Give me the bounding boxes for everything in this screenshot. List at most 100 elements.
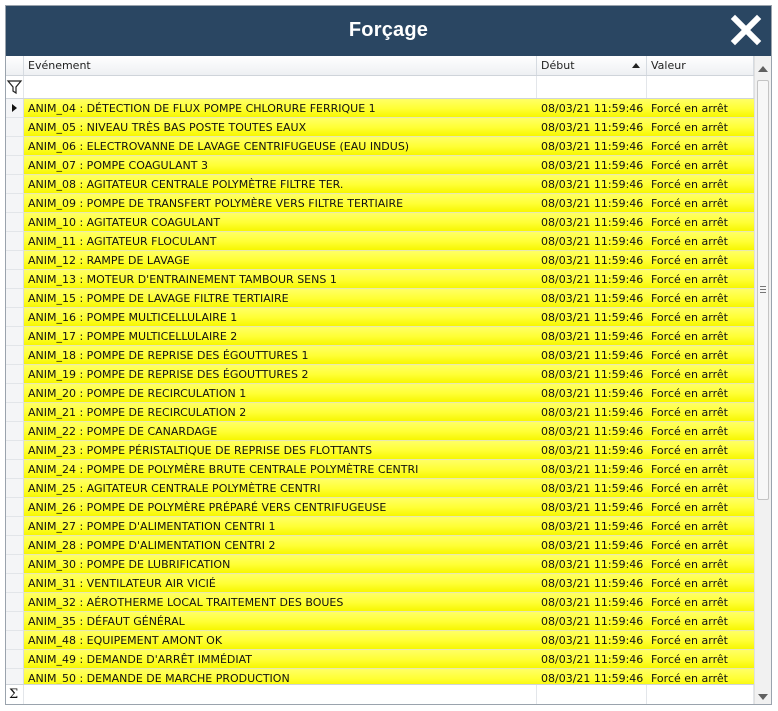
- table-row[interactable]: ANIM_31 : VENTILATEUR AIR VICIÉ 08/03/21 …: [6, 574, 754, 593]
- row-indicator[interactable]: [6, 422, 24, 441]
- table-row[interactable]: ANIM_23 : POMPE PÉRISTALTIQUE DE REPRISE…: [6, 441, 754, 460]
- table-row[interactable]: ANIM_19 : POMPE DE REPRISE DES ÉGOUTTURE…: [6, 365, 754, 384]
- row-indicator[interactable]: [6, 479, 24, 498]
- scrollbar-thumb[interactable]: [757, 80, 769, 500]
- value-cell: Forcé en arrêt: [651, 216, 728, 229]
- event-cell: ANIM_27 : POMPE D'ALIMENTATION CENTRI 1: [28, 520, 276, 533]
- row-indicator[interactable]: [6, 593, 24, 612]
- table-row[interactable]: ANIM_17 : POMPE MULTICELLULAIRE 2 08/03/2…: [6, 327, 754, 346]
- event-cell: ANIM_19 : POMPE DE REPRISE DES ÉGOUTTURE…: [28, 368, 309, 381]
- table-row[interactable]: ANIM_49 : DEMANDE D'ARRÊT IMMÉDIAT 08/03/…: [6, 650, 754, 669]
- value-cell: Forcé en arrêt: [651, 330, 728, 343]
- table-row[interactable]: ANIM_13 : MOTEUR D'ENTRAINEMENT TAMBOUR …: [6, 270, 754, 289]
- event-cell: ANIM_22 : POMPE DE CANARDAGE: [28, 425, 218, 438]
- row-cells: ANIM_35 : DÉFAUT GÉNÉRAL 08/03/21 11:59:4…: [24, 612, 754, 631]
- table-row[interactable]: ANIM_20 : POMPE DE RECIRCULATION 1 08/03/…: [6, 384, 754, 403]
- row-indicator[interactable]: [6, 498, 24, 517]
- row-indicator[interactable]: [6, 156, 24, 175]
- row-indicator[interactable]: [6, 612, 24, 631]
- table-row[interactable]: ANIM_21 : POMPE DE RECIRCULATION 2 08/03/…: [6, 403, 754, 422]
- row-indicator[interactable]: [6, 650, 24, 669]
- table-row[interactable]: ANIM_50 : DEMANDE DE MARCHE PRODUCTION 08…: [6, 669, 754, 684]
- table-row[interactable]: ANIM_30 : POMPE DE LUBRIFICATION 08/03/21…: [6, 555, 754, 574]
- row-cells: ANIM_28 : POMPE D'ALIMENTATION CENTRI 2 0…: [24, 536, 754, 555]
- event-cell: ANIM_18 : POMPE DE REPRISE DES ÉGOUTTURE…: [28, 349, 309, 362]
- table-row[interactable]: ANIM_12 : RAMPE DE LAVAGE 08/03/21 11:59:…: [6, 251, 754, 270]
- row-cells: ANIM_30 : POMPE DE LUBRIFICATION 08/03/21…: [24, 555, 754, 574]
- row-indicator[interactable]: [6, 118, 24, 137]
- scroll-down-arrow-icon[interactable]: [758, 694, 768, 700]
- column-header-value[interactable]: Valeur: [647, 56, 754, 75]
- table-row[interactable]: ANIM_08 : AGITATEUR CENTRALE POLYMÈTRE F…: [6, 175, 754, 194]
- table-row[interactable]: ANIM_24 : POMPE DE POLYMÈRE BRUTE CENTRA…: [6, 460, 754, 479]
- column-header-start[interactable]: Début: [537, 56, 647, 75]
- row-indicator[interactable]: [6, 99, 24, 118]
- start-cell: 08/03/21 11:59:46: [541, 425, 644, 438]
- row-indicator[interactable]: [6, 251, 24, 270]
- table-row[interactable]: ANIM_22 : POMPE DE CANARDAGE 08/03/21 11:…: [6, 422, 754, 441]
- row-indicator[interactable]: [6, 308, 24, 327]
- row-indicator[interactable]: [6, 365, 24, 384]
- table-row[interactable]: ANIM_06 : ELECTROVANNE DE LAVAGE CENTRIF…: [6, 137, 754, 156]
- row-indicator[interactable]: [6, 232, 24, 251]
- row-cells: ANIM_16 : POMPE MULTICELLULAIRE 1 08/03/2…: [24, 308, 754, 327]
- row-indicator[interactable]: [6, 327, 24, 346]
- indicator-column-header: [6, 56, 24, 75]
- row-indicator[interactable]: [6, 137, 24, 156]
- event-cell: ANIM_05 : NIVEAU TRÈS BAS POSTE TOUTES E…: [28, 121, 307, 134]
- row-indicator[interactable]: [6, 289, 24, 308]
- row-cells: ANIM_48 : EQUIPEMENT AMONT OK 08/03/21 11…: [24, 631, 754, 650]
- start-cell: 08/03/21 11:59:46: [541, 653, 644, 666]
- table-row[interactable]: ANIM_26 : POMPE DE POLYMÈRE PRÉPARÉ VERS…: [6, 498, 754, 517]
- value-cell: Forcé en arrêt: [651, 178, 728, 191]
- filter-start-input[interactable]: [537, 76, 647, 98]
- table-row[interactable]: ANIM_25 : AGITATEUR CENTRALE POLYMÈTRE C…: [6, 479, 754, 498]
- filter-value-input[interactable]: [647, 76, 754, 98]
- table-row[interactable]: ANIM_27 : POMPE D'ALIMENTATION CENTRI 1 0…: [6, 517, 754, 536]
- vertical-scrollbar[interactable]: [754, 56, 771, 704]
- row-indicator[interactable]: [6, 517, 24, 536]
- table-row[interactable]: ANIM_07 : POMPE COAGULANT 3 08/03/21 11:5…: [6, 156, 754, 175]
- table-row[interactable]: ANIM_10 : AGITATEUR COAGULANT 08/03/21 11…: [6, 213, 754, 232]
- start-cell: 08/03/21 11:59:46: [541, 634, 644, 647]
- column-header-event[interactable]: Evénement: [24, 56, 537, 75]
- row-indicator[interactable]: [6, 403, 24, 422]
- scroll-up-arrow-icon[interactable]: [758, 66, 768, 72]
- table-row[interactable]: ANIM_28 : POMPE D'ALIMENTATION CENTRI 2 0…: [6, 536, 754, 555]
- row-indicator[interactable]: [6, 270, 24, 289]
- table-row[interactable]: ANIM_15 : POMPE DE LAVAGE FILTRE TERTIAI…: [6, 289, 754, 308]
- row-indicator[interactable]: [6, 460, 24, 479]
- row-indicator[interactable]: [6, 175, 24, 194]
- table-row[interactable]: ANIM_32 : AÉROTHERME LOCAL TRAITEMENT DE…: [6, 593, 754, 612]
- row-cells: ANIM_50 : DEMANDE DE MARCHE PRODUCTION 08…: [24, 669, 754, 684]
- table-row[interactable]: ANIM_35 : DÉFAUT GÉNÉRAL 08/03/21 11:59:4…: [6, 612, 754, 631]
- row-indicator[interactable]: [6, 536, 24, 555]
- row-cells: ANIM_07 : POMPE COAGULANT 3 08/03/21 11:5…: [24, 156, 754, 175]
- filter-icon-cell[interactable]: [6, 76, 24, 98]
- row-cells: ANIM_09 : POMPE DE TRANSFERT POLYMÈRE VE…: [24, 194, 754, 213]
- table-row[interactable]: ANIM_11 : AGITATEUR FLOCULANT 08/03/21 11…: [6, 232, 754, 251]
- table-row[interactable]: ANIM_05 : NIVEAU TRÈS BAS POSTE TOUTES E…: [6, 118, 754, 137]
- value-cell: Forcé en arrêt: [651, 672, 728, 684]
- window-title: Forçage: [348, 19, 429, 41]
- row-indicator[interactable]: [6, 555, 24, 574]
- row-indicator[interactable]: [6, 194, 24, 213]
- close-icon[interactable]: [729, 13, 763, 47]
- table-row[interactable]: ANIM_04 : DÉTECTION DE FLUX POMPE CHLORU…: [6, 99, 754, 118]
- current-row-arrow-icon: [12, 104, 17, 112]
- row-indicator[interactable]: [6, 441, 24, 460]
- table-row[interactable]: ANIM_16 : POMPE MULTICELLULAIRE 1 08/03/2…: [6, 308, 754, 327]
- table-row[interactable]: ANIM_09 : POMPE DE TRANSFERT POLYMÈRE VE…: [6, 194, 754, 213]
- row-indicator[interactable]: [6, 631, 24, 650]
- row-indicator[interactable]: [6, 213, 24, 232]
- table-row[interactable]: ANIM_18 : POMPE DE REPRISE DES ÉGOUTTURE…: [6, 346, 754, 365]
- row-indicator[interactable]: [6, 346, 24, 365]
- row-indicator[interactable]: [6, 384, 24, 403]
- value-cell: Forcé en arrêt: [651, 653, 728, 666]
- row-indicator[interactable]: [6, 574, 24, 593]
- row-indicator[interactable]: [6, 669, 24, 684]
- filter-event-input[interactable]: [24, 76, 537, 98]
- table-row[interactable]: ANIM_48 : EQUIPEMENT AMONT OK 08/03/21 11…: [6, 631, 754, 650]
- row-cells: ANIM_12 : RAMPE DE LAVAGE 08/03/21 11:59:…: [24, 251, 754, 270]
- row-cells: ANIM_10 : AGITATEUR COAGULANT 08/03/21 11…: [24, 213, 754, 232]
